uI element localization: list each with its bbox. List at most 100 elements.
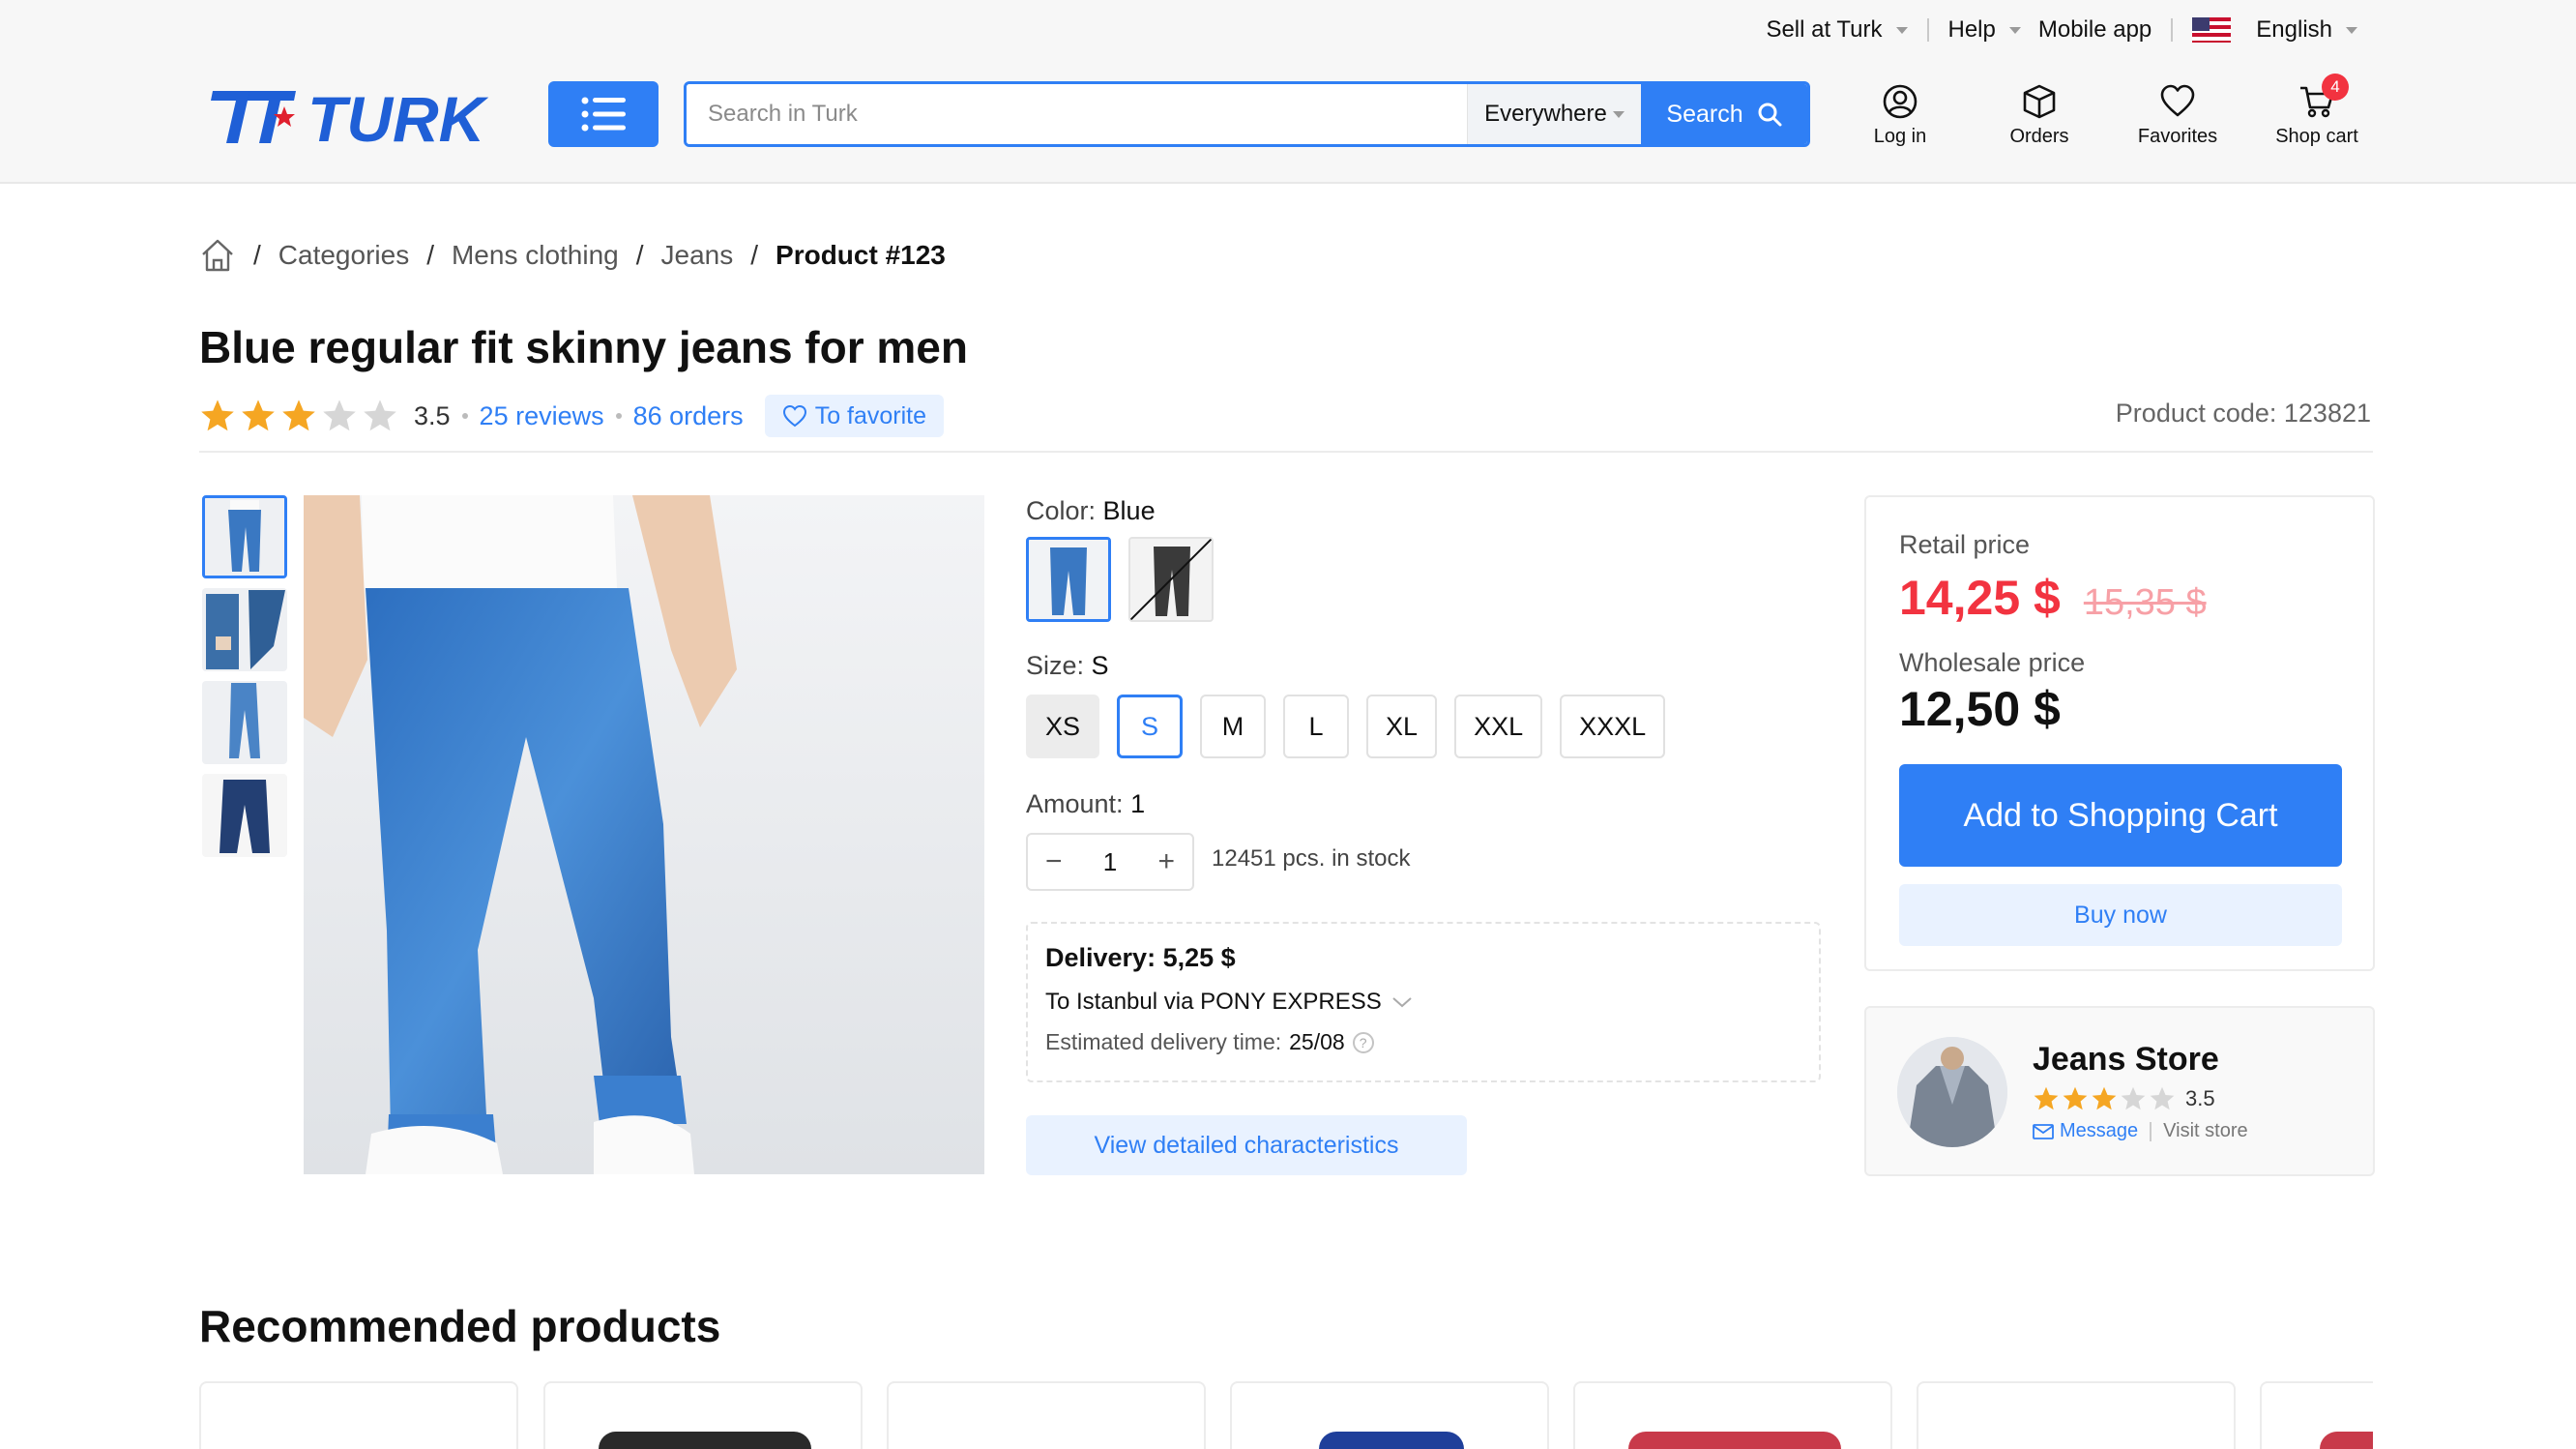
store-rating: 3.5 (2033, 1085, 2215, 1112)
jeans-flat-thumbnail (202, 774, 287, 857)
divider (2171, 18, 2174, 42)
product-image (599, 1432, 811, 1449)
search-icon (1758, 103, 1782, 127)
size-option-l[interactable]: L (1283, 695, 1350, 758)
increase-button[interactable]: + (1157, 845, 1175, 878)
star-icon (201, 399, 234, 431)
breadcrumb-mens-clothing[interactable]: Mens clothing (452, 240, 619, 271)
language-selector[interactable]: English (2192, 16, 2357, 44)
login-button[interactable]: Log in (1847, 83, 1953, 148)
chevron-down-icon (1895, 26, 1908, 34)
view-characteristics-button[interactable]: View detailed characteristics (1026, 1115, 1467, 1175)
color-value: Blue (1102, 496, 1156, 525)
delivery-eta: Estimated delivery time: 25/08 ? (1045, 1029, 1801, 1055)
breadcrumb-separator: / (253, 240, 261, 270)
orders-button[interactable]: Orders (1986, 83, 2093, 148)
thumbnail-2[interactable] (202, 588, 287, 671)
thumbnail-1[interactable] (202, 495, 287, 578)
thumbnail-3[interactable] (202, 681, 287, 764)
recommended-card[interactable] (543, 1381, 863, 1449)
store-rating-stars (2033, 1085, 2178, 1112)
product-image (1628, 1432, 1841, 1449)
shop-cart-button[interactable]: 4 Shop cart (2264, 74, 2370, 148)
black-jeans-swatch (1130, 539, 1212, 620)
product-image (1319, 1432, 1464, 1449)
breadcrumb-separator: / (426, 240, 434, 270)
sell-at-turk-link[interactable]: Sell at Turk (1766, 16, 1908, 44)
recommended-title: Recommended products (199, 1301, 721, 1351)
recommended-card[interactable] (887, 1381, 1206, 1449)
quantity-value[interactable]: 1 (1103, 847, 1117, 877)
help-icon[interactable]: ? (1352, 1031, 1374, 1053)
search-input[interactable] (687, 84, 1467, 144)
buy-now-button[interactable]: Buy now (1899, 884, 2342, 946)
help-link[interactable]: Help (1948, 16, 2021, 44)
stock-text: 12451 pcs. in stock (1212, 845, 1411, 872)
us-flag-icon (2192, 17, 2232, 43)
orders-link[interactable]: 86 orders (633, 401, 744, 431)
size-label: Size: S (1026, 651, 1109, 681)
store-avatar[interactable] (1897, 1037, 2007, 1147)
blue-jeans-swatch (1029, 540, 1108, 619)
visit-store-link[interactable]: Visit store (2163, 1120, 2247, 1142)
delivery-route-select[interactable]: To Istanbul via PONY EXPRESS (1045, 989, 1801, 1016)
home-icon[interactable] (199, 237, 236, 274)
add-to-cart-button[interactable]: Add to Shopping Cart (1899, 764, 2342, 867)
breadcrumb-current: Product #123 (776, 240, 946, 270)
decrease-button[interactable]: − (1045, 845, 1063, 878)
breadcrumb-categories[interactable]: Categories (278, 240, 409, 271)
login-label: Log in (1873, 126, 1927, 147)
wholesale-price: 12,50 $ (1899, 682, 2061, 736)
size-option-xxl[interactable]: XXL (1454, 695, 1543, 758)
size-label-text: Size: (1026, 651, 1085, 680)
recommended-card[interactable] (1573, 1381, 1892, 1449)
mobile-app-link[interactable]: Mobile app (2038, 16, 2152, 44)
reviews-link[interactable]: 25 reviews (480, 401, 604, 431)
mail-icon (2033, 1123, 2054, 1139)
price-card: Retail price 14,25 $ 15,35 $ Wholesale p… (1864, 495, 2375, 971)
amount-label: Amount: 1 (1026, 789, 1145, 819)
search-scope-label: Everywhere (1484, 101, 1607, 127)
catalog-menu-button[interactable] (548, 81, 659, 147)
star-icon (282, 399, 315, 431)
language-label: English (2256, 16, 2332, 43)
top-links-bar: Sell at Turk Help Mobile app English (1766, 14, 2357, 46)
size-option-xxxl[interactable]: XXXL (1560, 695, 1666, 758)
star-icon (242, 399, 275, 431)
product-image (2320, 1432, 2373, 1449)
search-button[interactable]: Search (1641, 84, 1807, 144)
main-product-image[interactable] (304, 495, 984, 1174)
sell-at-turk-label: Sell at Turk (1766, 16, 1883, 43)
search-scope-select[interactable]: Everywhere (1467, 84, 1641, 144)
user-icon (1883, 84, 1917, 119)
recommended-card[interactable] (2260, 1381, 2373, 1449)
color-swatch-blue[interactable] (1026, 537, 1111, 622)
delivery-title: Delivery: 5,25 $ (1045, 943, 1236, 972)
color-swatch-black[interactable] (1128, 537, 1214, 622)
breadcrumb-jeans[interactable]: Jeans (661, 240, 734, 271)
retail-price-label: Retail price (1899, 530, 2031, 559)
turk-logo[interactable]: TURK (199, 85, 522, 147)
mobile-app-label: Mobile app (2037, 16, 2152, 43)
separator-dot (615, 413, 622, 419)
brand-name: TURK (307, 85, 489, 147)
favorites-label: Favorites (2137, 126, 2218, 147)
jeans-side-thumbnail (202, 681, 287, 764)
message-store-link[interactable]: Message (2033, 1120, 2138, 1142)
product-rating-row: 3.5 25 reviews 86 orders To favorite (199, 393, 945, 439)
delivery-eta-label: Estimated delivery time: (1045, 1029, 1282, 1054)
size-option-xs[interactable]: XS (1026, 695, 1100, 758)
size-option-s[interactable]: S (1117, 695, 1184, 758)
divider (199, 451, 2373, 453)
size-option-m[interactable]: M (1200, 695, 1267, 758)
recommended-card[interactable] (199, 1381, 518, 1449)
box-icon (2023, 84, 2056, 119)
favorites-button[interactable]: Favorites (2124, 83, 2231, 148)
recommended-card[interactable] (1917, 1381, 2236, 1449)
to-favorite-button[interactable]: To favorite (764, 395, 945, 437)
recommended-card[interactable] (1230, 1381, 1549, 1449)
thumbnail-4[interactable] (202, 774, 287, 857)
retail-price: 14,25 $ (1899, 571, 2061, 625)
store-name[interactable]: Jeans Store (2033, 1041, 2219, 1079)
size-option-xl[interactable]: XL (1366, 695, 1438, 758)
